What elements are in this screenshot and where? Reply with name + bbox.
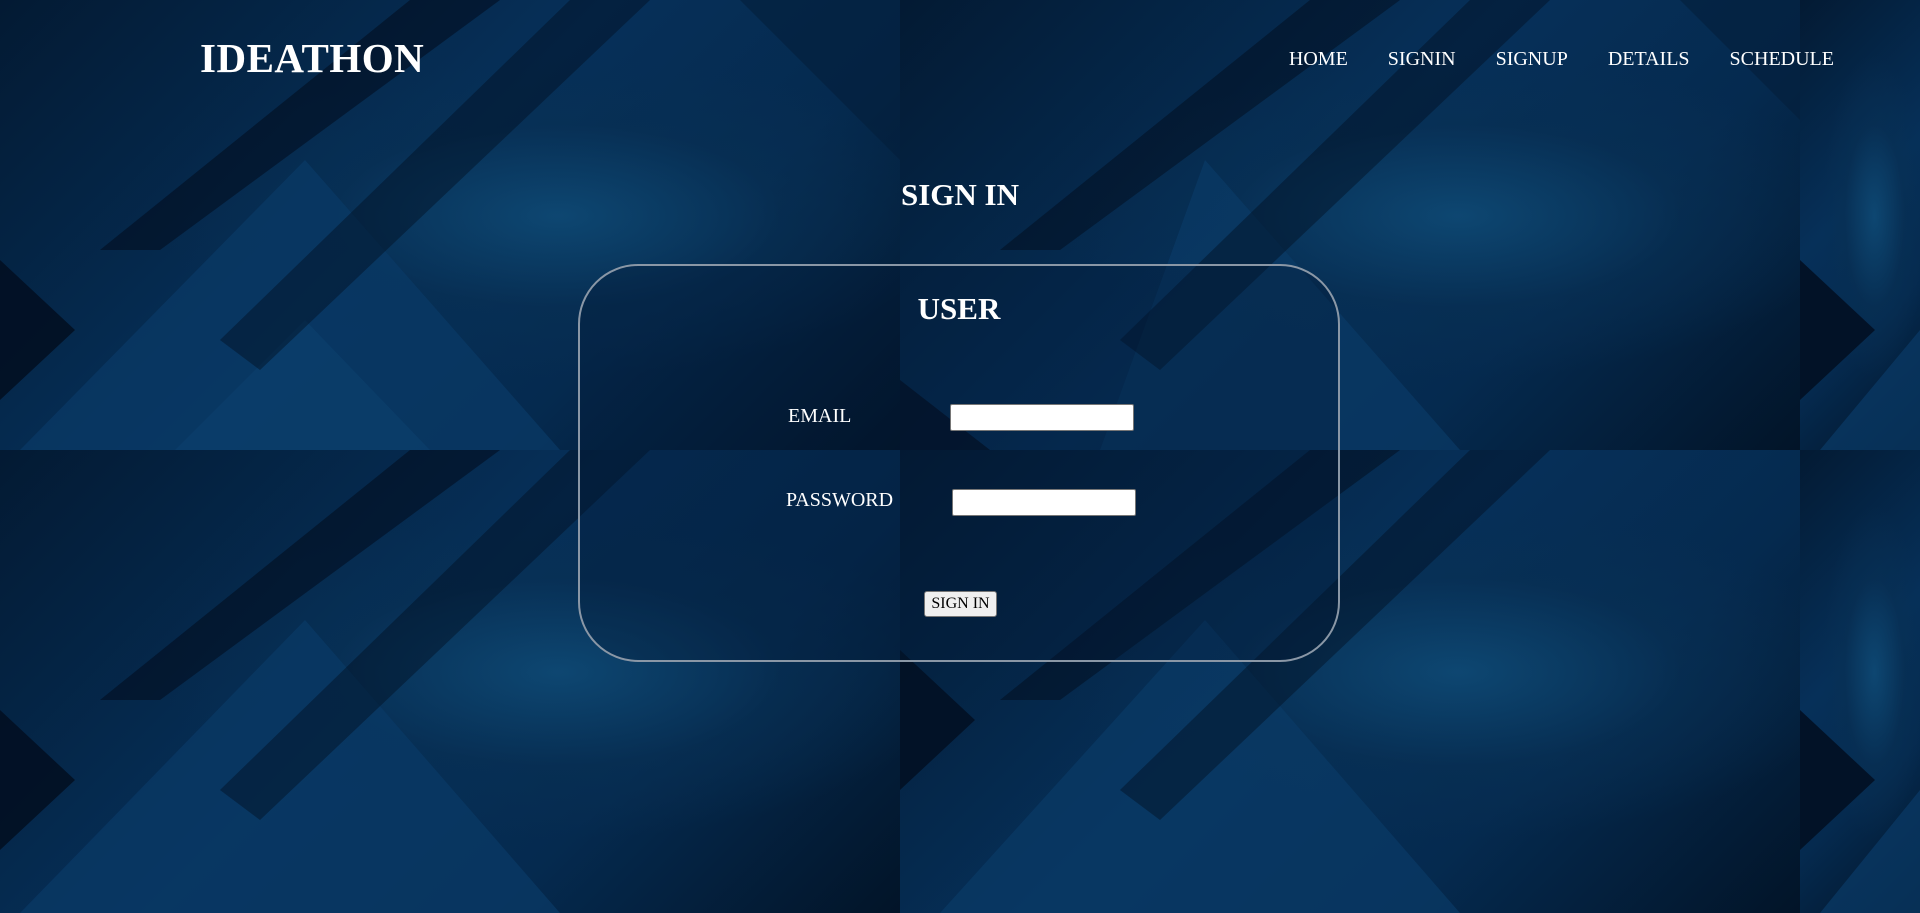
nav-link-signin[interactable]: SIGNIN	[1388, 48, 1456, 71]
nav-link-signup[interactable]: SIGNUP	[1496, 48, 1568, 71]
card-title: USER	[917, 291, 1001, 326]
nav-link-home[interactable]: HOME	[1289, 48, 1348, 71]
nav-link-schedule[interactable]: SCHEDULE	[1730, 48, 1834, 71]
password-input[interactable]	[952, 489, 1136, 516]
site-logo: IDEATHON	[200, 35, 425, 81]
background-tile-shapes	[1800, 710, 1920, 913]
main-nav: HOME SIGNIN SIGNUP DETAILS SCHEDULE	[1289, 48, 1834, 71]
signin-card: USER EMAIL PASSWORD SIGN IN	[578, 264, 1340, 662]
email-label: EMAIL	[788, 405, 852, 427]
email-input[interactable]	[950, 404, 1134, 431]
background-tile	[1800, 450, 1920, 913]
page-title: SIGN IN	[900, 177, 1019, 212]
nav-link-details[interactable]: DETAILS	[1608, 48, 1690, 71]
password-label: PASSWORD	[786, 489, 894, 511]
sign-in-button[interactable]: SIGN IN	[924, 591, 997, 617]
